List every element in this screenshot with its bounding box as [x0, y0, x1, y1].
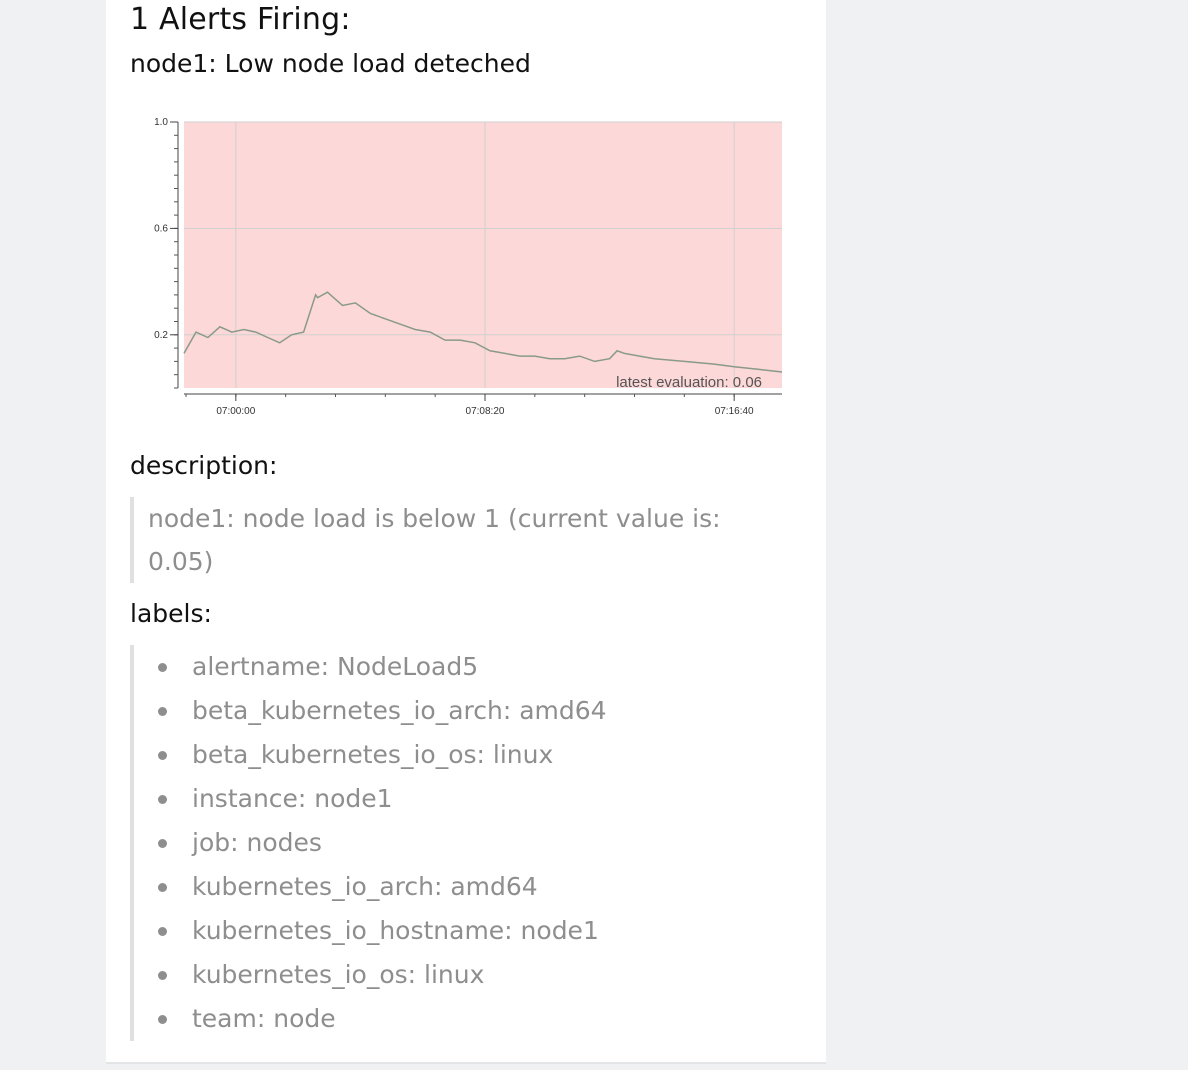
bullet-dot-icon [158, 883, 167, 892]
label-text: team: node [192, 1004, 336, 1033]
label-text: alertname: NodeLoad5 [192, 652, 479, 681]
bullet-dot-icon [158, 971, 167, 980]
label-item: job: nodes [134, 821, 754, 865]
bullet-dot-icon [158, 1015, 167, 1024]
labels-block: alertname: NodeLoad5 beta_kubernetes_io_a… [130, 645, 754, 1041]
label-text: kubernetes_io_arch: amd64 [192, 872, 538, 901]
label-text: kubernetes_io_os: linux [192, 960, 485, 989]
y-tick-label: 0.6 [154, 223, 168, 234]
label-text: kubernetes_io_hostname: node1 [192, 916, 599, 945]
label-text: instance: node1 [192, 784, 393, 813]
label-item: beta_kubernetes_io_arch: amd64 [134, 689, 754, 733]
alert-title: 1 Alerts Firing: [130, 2, 351, 37]
label-text: job: nodes [192, 828, 322, 857]
label-item: instance: node1 [134, 777, 754, 821]
x-tick-label: 07:00:00 [216, 406, 255, 417]
bullet-dot-icon [158, 839, 167, 848]
bullet-dot-icon [158, 707, 167, 716]
label-item: beta_kubernetes_io_os: linux [134, 733, 754, 777]
alert-card: 1 Alerts Firing: node1: Low node load de… [106, 0, 826, 1064]
node-load-chart: 1.0 0.6 0.2 07:00:00 07:08:20 07:16:40 latest … [154, 117, 783, 417]
label-text: beta_kubernetes_io_os: linux [192, 740, 554, 769]
bullet-dot-icon [158, 795, 167, 804]
x-tick-label: 07:16:40 [715, 406, 754, 417]
description-heading: description: [130, 451, 278, 480]
description-text: node1: node load is below 1 (current val… [130, 497, 744, 583]
bullet-dot-icon [158, 927, 167, 936]
label-item: alertname: NodeLoad5 [134, 645, 754, 689]
label-item: kubernetes_io_arch: amd64 [134, 865, 754, 909]
y-tick-label: 1.0 [154, 117, 168, 128]
label-text: beta_kubernetes_io_arch: amd64 [192, 696, 607, 725]
label-item: team: node [134, 997, 754, 1041]
labels-list: alertname: NodeLoad5 beta_kubernetes_io_a… [134, 645, 754, 1041]
bullet-dot-icon [158, 751, 167, 760]
labels-heading: labels: [130, 599, 212, 628]
label-item: kubernetes_io_os: linux [134, 953, 754, 997]
x-tick-label: 07:08:20 [466, 406, 505, 417]
alert-summary: node1: Low node load deteched [130, 49, 531, 78]
label-item: kubernetes_io_hostname: node1 [134, 909, 754, 953]
alert-region [184, 122, 782, 388]
y-tick-label: 0.2 [154, 330, 168, 341]
bullet-dot-icon [158, 663, 167, 672]
latest-evaluation-label: latest evaluation: 0.06 [616, 374, 762, 391]
